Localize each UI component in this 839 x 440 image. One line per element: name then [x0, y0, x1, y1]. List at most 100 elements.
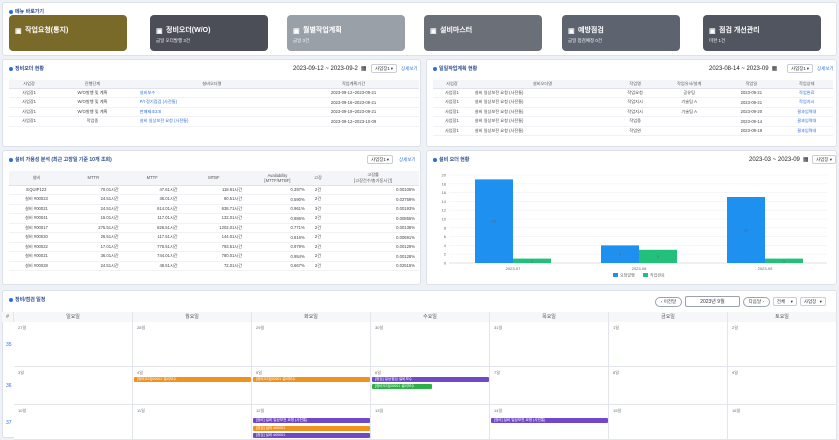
table-cell: 설비 #00023	[9, 194, 64, 205]
calendar-icon[interactable]: ▦	[772, 65, 778, 72]
table-cell: 사업장1	[433, 97, 471, 108]
plan-more-link[interactable]: 상세보기	[817, 66, 834, 72]
calendar-event[interactable]: [정비오더]00001 설비보수	[372, 384, 432, 389]
next-month-button[interactable]: 다음달 ›	[742, 296, 770, 307]
table-cell[interactable]: 설비 일상보전 요청 (사전통)	[135, 116, 289, 127]
menu-card-4[interactable]: ▣ 설비마스터	[424, 15, 542, 51]
table-row[interactable]: 설비 #00017 275.51시간 826.51시간 1202.01시간 0.771%…	[9, 223, 419, 233]
calendar-day[interactable]	[728, 405, 837, 440]
chart-date-range[interactable]: 2023-03 ~ 2023-09 ▦	[749, 156, 809, 164]
table-cell: 2023-09-20	[722, 107, 781, 117]
plan-site-select[interactable]: 사업장1 ▾	[787, 64, 813, 73]
calendar-day[interactable]	[252, 322, 371, 367]
table-cell: 작업요청	[614, 88, 657, 98]
y-tick-label: 0	[444, 261, 447, 266]
table-cell: 사업장1	[433, 107, 471, 117]
y-tick-label: 20	[442, 173, 447, 178]
calendar-event[interactable]: [정비오더]00001 설비보수	[134, 377, 251, 382]
chart-site-select[interactable]: 사업장 ▾	[812, 155, 836, 164]
calendar-day[interactable]	[14, 322, 133, 367]
calendar-day[interactable]	[609, 322, 728, 367]
calendar-event[interactable]: [정비오더]00001 설비보수	[253, 377, 370, 382]
table-cell[interactable]: 설비보수	[135, 88, 289, 98]
table-row[interactable]: 사업장1 설비 일상보전 요청 (사전통) 작업중 2023-09-14 결과입력대	[433, 116, 833, 127]
calendar-day[interactable]	[371, 405, 490, 440]
column-header: MTTF	[122, 171, 182, 186]
table-row[interactable]: 설비 #00028 24.51시간 48.51시간 72.01시간 0.667% 2건 0.…	[9, 261, 419, 271]
calendar-site-select[interactable]: 사업장 ▾	[799, 297, 826, 306]
table-cell[interactable]: 작업지시	[780, 97, 833, 108]
analysis-more-link[interactable]: 상세보기	[399, 157, 416, 163]
y-tick-label: 18	[442, 181, 447, 186]
table-row[interactable]: 설비 #00022 17.01시간 776.51시간 793.51시간 0.979% 2건…	[9, 242, 419, 252]
column-header: 사업장	[9, 80, 50, 89]
calendar-day[interactable]	[133, 405, 252, 440]
calendar-view-select[interactable]: 전체 ▾	[772, 297, 797, 306]
calendar-icon[interactable]: ▦	[803, 156, 809, 163]
column-header: 진행단계	[49, 80, 136, 89]
calendar-day[interactable]	[490, 322, 609, 367]
table-cell[interactable]: 결과입력대	[780, 107, 833, 117]
table-row[interactable]: 사업장1 W/O발행 및 계획 P/I 정기점검 (사전통) 2023-09-16~2…	[9, 97, 419, 108]
calendar-day[interactable]	[609, 405, 728, 440]
table-cell: 744.01시간	[122, 251, 182, 262]
table-cell: 776.51시간	[122, 242, 182, 252]
calendar-day[interactable]	[371, 322, 490, 367]
wo-site-select[interactable]: 사업장1 ▾	[371, 64, 397, 73]
table-cell[interactable]: P/I 정기점검 (사전통)	[135, 97, 289, 108]
table-cell[interactable]: 결과입력대	[780, 116, 833, 127]
order-chart-panel: 설비 오더 현황 2023-03 ~ 2023-09 ▦ 사업장 ▾ 0 2 4 6 8 10…	[426, 150, 837, 285]
menu-card-5[interactable]: ▣ 예방점검 금일 점검예정 0건	[562, 15, 680, 51]
calendar-day[interactable]	[609, 367, 728, 405]
table-row[interactable]: 설비 #00023 24.51시간 36.01시간 60.51시간 0.590% 2건 0.…	[9, 194, 419, 205]
table-cell[interactable]: 결과입력대	[780, 126, 833, 136]
calendar-day[interactable]	[252, 367, 371, 405]
table-row[interactable]: 사업장1 설비 일상보전 요청 (사전통) 작업요청 공유팀 2023-09-21 작업완…	[433, 88, 833, 98]
calendar-day[interactable]	[133, 367, 252, 405]
prev-month-button[interactable]: ‹ 이전달	[655, 296, 683, 307]
calendar-event[interactable]: [정비] 설비 일상보전 요청 (사전통)	[491, 418, 608, 423]
table-row[interactable]: EQUIP123 70.01시간 47.61시간 118.61시간 0.397% 2건 0.…	[9, 185, 419, 195]
menu-card-sub: 금일 3건	[293, 38, 310, 43]
wo-date-range[interactable]: 2023-09-12 ~ 2023-09-2 ▦	[293, 65, 367, 73]
table-cell: 기술팀 A	[656, 97, 723, 108]
calendar-event[interactable]: [정비] 설비 일상보전 요청 (사전통)	[253, 418, 370, 423]
table-row[interactable]: 설비 #00021 24.51시간 614.01시간 638.71시간 0.961% 3건…	[9, 204, 419, 214]
table-cell: 2023-09-19	[722, 126, 781, 136]
table-row[interactable]: 사업장1 W/O발행 및 계획 설비보수 2023-09-12~2023-09-21	[9, 88, 419, 98]
menu-card-1[interactable]: ▣ 작업요청(통지)	[9, 15, 127, 51]
table-row[interactable]: 설비 #00020 26.51시간 117.51시간 144.01시간 0.816% 2건…	[9, 232, 419, 243]
column-header: 고장	[308, 171, 328, 186]
table-row[interactable]: 사업장1 작업중 설비 일상보전 요청 (사전통) 2023-09-12~2023-1…	[9, 116, 419, 127]
table-row[interactable]: 사업장1 W/O발행 및 계획 판매제조3:8 2023-09-19~2023-09-…	[9, 107, 419, 117]
table-cell: 1202.01시간	[181, 223, 247, 233]
menu-card-6[interactable]: ▣ 점검 개선관리 미완 1건	[703, 15, 821, 51]
table-cell[interactable]: 판매제조3:8	[135, 107, 289, 117]
calendar-day[interactable]	[490, 367, 609, 405]
calendar-day[interactable]	[728, 367, 837, 405]
calendar-event[interactable]: [점검] 설비 #00001	[253, 426, 370, 431]
menu-card-2[interactable]: ▣ 정비오더(W/O) 금일 오더발행 3건	[150, 15, 268, 51]
wo-more-link[interactable]: 상세보기	[401, 66, 418, 72]
table-row[interactable]: 설비 #00021 36.01시간 744.01시간 780.01시간 0.954% 2건…	[9, 251, 419, 262]
analysis-site-select[interactable]: 사업장1 ▾	[367, 155, 393, 164]
calendar-day[interactable]	[133, 322, 252, 367]
plan-date-range[interactable]: 2023-08-14 ~ 2023-09 ▦	[709, 65, 778, 73]
calendar-event[interactable]: [점검] 설비 #00001	[253, 433, 370, 438]
day-number: 3일	[18, 370, 24, 375]
menu-card-3[interactable]: ▣ 월별작업계획 금일 3건	[287, 15, 405, 51]
table-cell: 0.00138%	[327, 223, 419, 233]
table-cell: 0.00129%	[327, 242, 419, 252]
calendar-day[interactable]	[14, 405, 133, 440]
table-row[interactable]: 사업장1 설비 일상보전 요청 (사전통) 작업지시 기술팀 A 2023-09-21 작…	[433, 97, 833, 108]
calendar-day[interactable]	[728, 322, 837, 367]
table-row[interactable]: 사업장1 설비 일상보전 요청 (사전통) 작업완 2023-09-19 결과입력대	[433, 126, 833, 136]
table-row[interactable]: 사업장1 설비 일상보전 요청 (사전통) 작업지시 기술팀 A 2023-09-20 결…	[433, 107, 833, 117]
legend-label: 요청발행	[620, 272, 635, 278]
calendar-day[interactable]	[14, 367, 133, 405]
table-row[interactable]: 설비 #00041 15.01시간 117.01시간 132.01시간 0.886% 2건…	[9, 213, 419, 224]
calendar-event[interactable]: [점검] 일상점검 설비보수	[372, 377, 489, 382]
table-cell[interactable]: 작업완료	[780, 88, 833, 98]
calendar-icon[interactable]: ▦	[361, 65, 367, 72]
menu-card-label: 월별작업계획	[303, 27, 342, 34]
